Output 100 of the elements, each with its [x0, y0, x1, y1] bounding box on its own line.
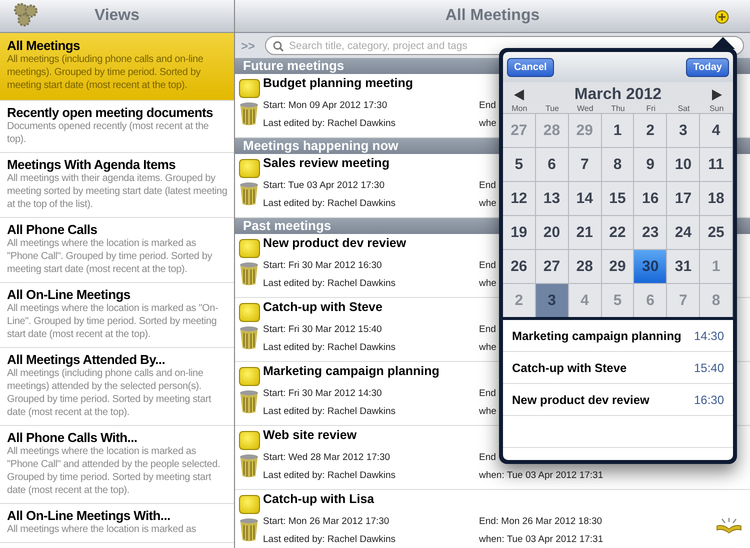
trash-icon[interactable] [239, 182, 259, 206]
event-time: 15:40 [694, 360, 724, 374]
meeting-editor: Last edited by: Rachel Dawkins [263, 342, 397, 352]
view-item[interactable]: Recently open meeting documents Documents opened recently (most recent at the top). [0, 101, 234, 153]
view-item[interactable]: All Phone Calls With... All meetings where the location is marked as "Phone Call" and attended by the people selected. Grouped by time period. Sorted by meeting start date (most recent at the top). [0, 426, 234, 504]
calendar-day[interactable]: 5 [503, 147, 536, 181]
calendar-day[interactable]: 4 [700, 113, 733, 147]
meeting-edited-when: when: Tue 03 Apr 2012 17:31 [479, 534, 604, 544]
trash-icon[interactable] [239, 518, 259, 542]
calendar-day[interactable]: 26 [503, 249, 536, 283]
calendar-day[interactable]: 28 [568, 249, 602, 283]
meeting-editor: Last edited by: Rachel Dawkins [263, 534, 397, 544]
calendar-day[interactable]: 1 [602, 113, 634, 147]
meeting-square-icon [238, 431, 260, 450]
calendar-day[interactable]: 19 [503, 215, 536, 249]
meeting-start: Start: Wed 28 Mar 2012 17:30 [263, 452, 392, 462]
meeting-editor: Last edited by: Rachel Dawkins [263, 406, 397, 416]
calendar-day[interactable]: 8 [602, 147, 634, 181]
calendar-day[interactable]: 29 [602, 249, 634, 283]
meeting-start: Start: Tue 03 Apr 2012 17:30 [263, 180, 386, 190]
next-month-icon[interactable] [710, 89, 723, 101]
add-icon[interactable] [715, 10, 729, 24]
meeting-square-icon [238, 367, 260, 386]
calendar-day[interactable]: 31 [667, 249, 700, 283]
meeting-end: End [479, 180, 496, 190]
calendar-day[interactable]: 14 [568, 181, 602, 215]
event-title[interactable]: Marketing campaign planning [512, 328, 682, 342]
meeting-end: End [479, 100, 496, 110]
meeting-start: Start: Fri 30 Mar 2012 14:30 [263, 388, 383, 398]
calendar-day[interactable]: 13 [536, 181, 569, 215]
trash-icon[interactable] [239, 390, 259, 414]
calendar-day[interactable]: 18 [700, 181, 733, 215]
meeting-edited-when: whe [479, 406, 496, 416]
view-item[interactable]: All Phone Calls All meetings where the location is marked as "Phone Call". Grouped by time period. Sorted by meeting start date (most recent at the top). [0, 218, 234, 283]
meeting-edited-when: whe [479, 198, 496, 208]
view-item[interactable]: Meetings With Agenda Items All meetings with their agenda items. Grouped by meeting sorted by meeting start date (latest meeting at the top of the list). [0, 153, 234, 218]
calendar-day[interactable]: 17 [667, 181, 700, 215]
meeting-start: Start: Fri 30 Mar 2012 15:40 [263, 324, 383, 334]
trash-icon[interactable] [239, 326, 259, 350]
month-title: March 2012 [574, 86, 662, 104]
weekday-label: Mon [510, 104, 528, 113]
trash-icon[interactable] [239, 102, 259, 126]
calendar-day[interactable]: 20 [536, 215, 569, 249]
previous-month-icon[interactable] [513, 89, 525, 101]
page-title: All Meetings [445, 7, 540, 25]
calendar-day[interactable]: 23 [634, 215, 668, 249]
meeting-start: Start: Fri 30 Mar 2012 16:30 [263, 260, 383, 270]
today-button[interactable]: Today [686, 58, 729, 76]
sidebar-title: Views [94, 7, 140, 25]
calendar-day[interactable]: 16 [634, 181, 668, 215]
trash-icon[interactable] [239, 262, 259, 286]
meeting-edited-when: whe [479, 118, 496, 128]
weekday-label: Wed [576, 104, 594, 113]
meeting-square-icon [238, 159, 260, 178]
calendar-day[interactable]: 12 [503, 181, 536, 215]
calendar-day[interactable]: 11 [700, 147, 733, 181]
view-item[interactable]: All On-Line Meetings With... All meetings where the location is marked as [0, 504, 234, 543]
view-item[interactable]: All On-Line Meetings All meetings where the location is marked as "On-Line". Grouped by time period. Sorted by meeting start date (most recent at the top). [0, 283, 234, 348]
calendar-day[interactable]: 10 [667, 147, 700, 181]
meeting-square-icon [238, 239, 260, 258]
calendar-day[interactable]: 3 [667, 113, 700, 147]
calendar-day[interactable]: 27 [536, 249, 569, 283]
calendar-day[interactable]: 15 [602, 181, 634, 215]
meeting-editor: Last edited by: Rachel Dawkins [263, 118, 397, 128]
weekday-label: Thu [610, 104, 626, 113]
meeting-title[interactable]: Catch-up with Lisa [263, 492, 750, 512]
event-time: 14:30 [694, 328, 724, 342]
meeting-square-icon [238, 303, 260, 322]
weekday-label: Fri [645, 104, 657, 113]
meeting-end: End [479, 452, 496, 462]
event-title[interactable]: New product dev review [512, 392, 650, 406]
search-icon [273, 41, 284, 52]
weekday-label: Tue [544, 104, 560, 113]
meeting-start: Start: Mon 26 Mar 2012 17:30 [263, 516, 390, 526]
meeting-end: End [479, 324, 496, 334]
meeting-edited-when: whe [479, 342, 496, 352]
meeting-edited-when: when: Tue 03 Apr 2012 17:31 [479, 470, 604, 480]
calendar-day[interactable]: 6 [536, 147, 569, 181]
calendar-day[interactable]: 7 [568, 147, 602, 181]
calendar-day[interactable]: 22 [602, 215, 634, 249]
calendar-day[interactable]: 24 [667, 215, 700, 249]
cancel-button[interactable]: Cancel [507, 58, 554, 76]
calendar-day[interactable]: 21 [568, 215, 602, 249]
weekday-label: Sat [676, 104, 691, 113]
meeting-end: End [479, 388, 496, 398]
trash-icon[interactable] [239, 454, 259, 478]
meeting-editor: Last edited by: Rachel Dawkins [263, 198, 397, 208]
meeting-square-icon [238, 79, 260, 98]
calendar-day[interactable]: 2 [634, 113, 668, 147]
event-time: 16:30 [694, 392, 724, 406]
meeting-end: End: Mon 26 Mar 2012 18:30 [479, 516, 602, 526]
meeting-start: Start: Mon 09 Apr 2012 17:30 [263, 100, 388, 110]
open-book-icon[interactable] [716, 516, 742, 536]
view-item[interactable]: All Meetings All meetings (including phone calls and on-line meetings). Grouped by time period. Sorted by meeting start date (most recent at the top). [0, 33, 234, 101]
view-item[interactable]: All Meetings Attended By... All meetings (including phone calls and on-line meetings) attended by the selected person(s). Grouped by time period. Sorted by meeting start date (most recent at the top). [0, 348, 234, 426]
calendar-day[interactable]: 25 [700, 215, 733, 249]
calendar-day[interactable]: 9 [634, 147, 668, 181]
gears-icon[interactable] [13, 2, 39, 28]
meeting-square-icon [238, 495, 260, 514]
event-title[interactable]: Catch-up with Steve [512, 360, 627, 374]
